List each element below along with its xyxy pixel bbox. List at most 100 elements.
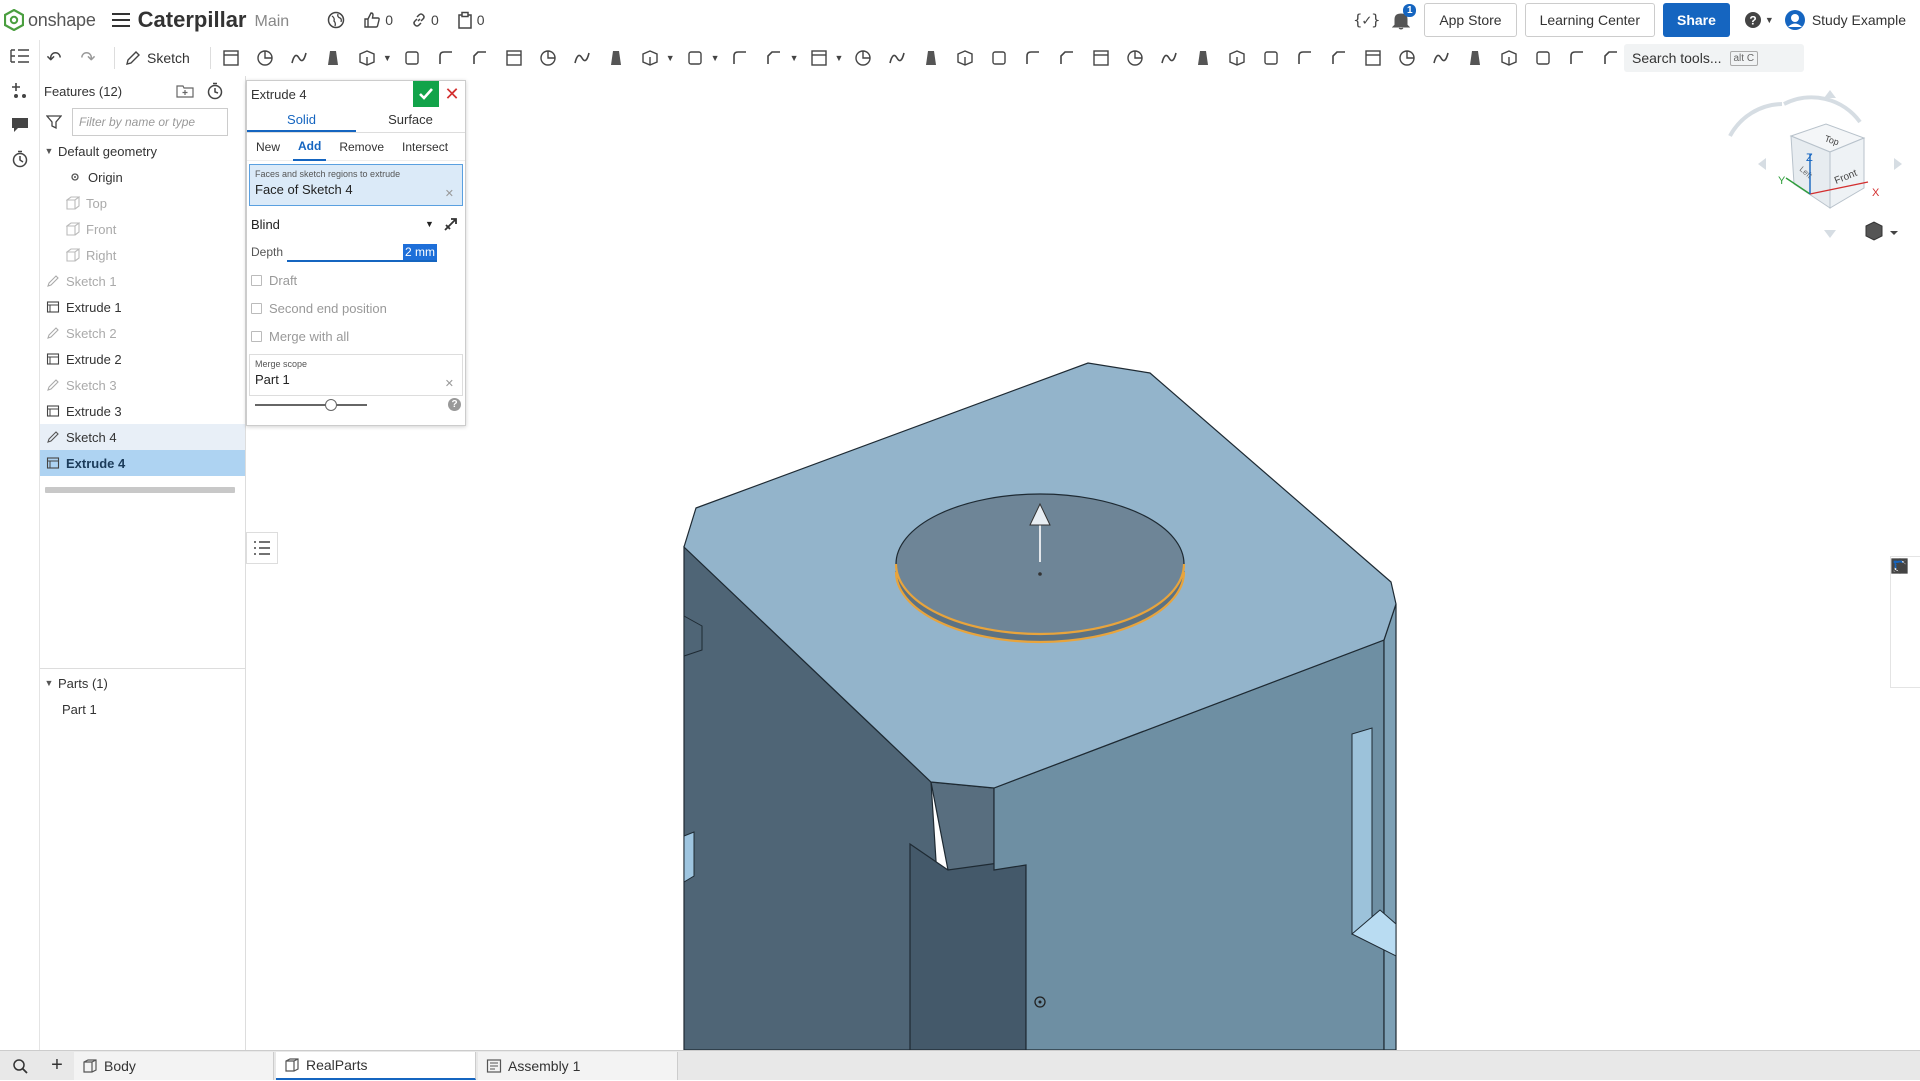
share-button[interactable]: Share bbox=[1662, 3, 1730, 37]
offset-surface-tool-button[interactable] bbox=[985, 44, 1013, 72]
learning-center-button[interactable]: Learning Center bbox=[1524, 3, 1655, 37]
feature-item-sketch-1[interactable]: Sketch 1 bbox=[40, 268, 245, 294]
help-icon[interactable]: ? bbox=[448, 398, 461, 411]
split-tool-button[interactable] bbox=[760, 44, 788, 72]
comments-icon[interactable] bbox=[0, 108, 40, 142]
form-tool-button[interactable] bbox=[1461, 44, 1489, 72]
op-remove[interactable]: Remove bbox=[334, 134, 389, 160]
feature-item-sketch-4[interactable]: Sketch 4 bbox=[40, 424, 245, 450]
chevron-down-icon[interactable]: ▼ bbox=[711, 53, 720, 63]
plane-tool-button[interactable] bbox=[1019, 44, 1047, 72]
viewcube-rotate-left-icon[interactable] bbox=[1758, 158, 1766, 170]
second-end-checkbox[interactable] bbox=[251, 302, 262, 314]
rib-tool-button[interactable] bbox=[534, 44, 562, 72]
measure-tool-button[interactable] bbox=[1121, 44, 1149, 72]
confirm-button[interactable] bbox=[413, 81, 439, 107]
fillet-tool-button[interactable] bbox=[432, 44, 460, 72]
feature-item-extrude-3[interactable]: Extrude 3 bbox=[40, 398, 245, 424]
hole-tool-button[interactable] bbox=[602, 44, 630, 72]
plane-item-front[interactable]: Front bbox=[40, 216, 245, 242]
chevron-down-icon[interactable]: ▼ bbox=[835, 53, 844, 63]
feature-item-sketch-3[interactable]: Sketch 3 bbox=[40, 372, 245, 398]
undo-button[interactable]: ↶ bbox=[40, 44, 68, 72]
rollback-bar[interactable] bbox=[45, 487, 235, 493]
tab-body[interactable]: Body bbox=[74, 1051, 274, 1080]
corner-tool-button[interactable] bbox=[1393, 44, 1421, 72]
mirror-tool-button[interactable] bbox=[681, 44, 709, 72]
chevron-down-icon[interactable]: ▼ bbox=[383, 53, 392, 63]
plane-item-top[interactable]: Top bbox=[40, 190, 245, 216]
app-store-button[interactable]: App Store bbox=[1424, 3, 1517, 37]
chevron-down-icon[interactable]: ▼ bbox=[666, 53, 675, 63]
op-new[interactable]: New bbox=[251, 134, 285, 160]
delete-part-tool-button[interactable] bbox=[849, 44, 877, 72]
loft-tool-button[interactable] bbox=[319, 44, 347, 72]
filter-icon[interactable] bbox=[46, 114, 62, 130]
chevron-down-icon[interactable]: ▼ bbox=[40, 146, 58, 156]
like-button[interactable]: 0 bbox=[363, 11, 393, 29]
op-add[interactable]: Add bbox=[293, 133, 327, 161]
flat-join-tool-button[interactable] bbox=[1495, 44, 1523, 72]
user-menu[interactable]: Study Example bbox=[1784, 9, 1906, 31]
tab-tool-button[interactable] bbox=[1359, 44, 1387, 72]
clear-selection-icon[interactable]: ✕ bbox=[445, 187, 454, 200]
search-tools-input[interactable]: Search tools... alt C bbox=[1624, 44, 1804, 72]
part-chamfer-face[interactable] bbox=[930, 781, 995, 871]
parts-group[interactable]: ▼ Parts (1) bbox=[40, 670, 245, 696]
feature-item-sketch-2[interactable]: Sketch 2 bbox=[40, 320, 245, 346]
draft-checkbox[interactable] bbox=[251, 274, 262, 286]
feature-item-extrude-4[interactable]: Extrude 4 bbox=[40, 450, 245, 476]
default-geometry-group[interactable]: ▼ Default geometry bbox=[40, 138, 245, 164]
plane-item-right[interactable]: Right bbox=[40, 242, 245, 268]
settings-tool-button[interactable] bbox=[1563, 44, 1591, 72]
move-face-tool-button[interactable] bbox=[917, 44, 945, 72]
bend-relief-tool-button[interactable] bbox=[1427, 44, 1455, 72]
shell-tool-button[interactable] bbox=[568, 44, 596, 72]
sweep-tool-button[interactable] bbox=[285, 44, 313, 72]
mass-properties-icon[interactable] bbox=[1891, 558, 1920, 623]
branch-name[interactable]: Main bbox=[255, 13, 290, 31]
rollback-timer-icon[interactable] bbox=[206, 82, 224, 103]
links-button[interactable]: 0 bbox=[411, 12, 439, 28]
extrude-tool-button[interactable] bbox=[217, 44, 245, 72]
modify-fillet-tool-button[interactable] bbox=[883, 44, 911, 72]
onshape-logo[interactable]: onshape bbox=[4, 9, 96, 31]
chevron-down-icon[interactable] bbox=[1890, 231, 1898, 235]
dialog-title[interactable]: Extrude 4 bbox=[251, 87, 307, 102]
finish-sheet-metal-tool-button[interactable] bbox=[1529, 44, 1557, 72]
part-item[interactable]: Part 1 bbox=[40, 696, 245, 722]
feature-item-extrude-1[interactable]: Extrude 1 bbox=[40, 294, 245, 320]
merge-all-checkbox[interactable] bbox=[251, 330, 262, 342]
preview-slider-handle[interactable] bbox=[325, 399, 337, 411]
origin-item[interactable]: Origin bbox=[40, 164, 245, 190]
viewcube-rotate-down-icon[interactable] bbox=[1824, 230, 1836, 238]
tab-manager-icon[interactable] bbox=[0, 1051, 40, 1081]
revolve-tool-button[interactable] bbox=[251, 44, 279, 72]
tab-realparts[interactable]: RealParts bbox=[276, 1051, 476, 1080]
add-tab-button[interactable]: + bbox=[40, 1051, 74, 1081]
flip-direction-icon[interactable] bbox=[443, 216, 459, 235]
sheet-metal-tool-button[interactable] bbox=[1257, 44, 1285, 72]
merge-scope-field[interactable]: Merge scope Part 1 ✕ bbox=[249, 354, 463, 396]
chamfer-tool-button[interactable] bbox=[466, 44, 494, 72]
faces-query-field[interactable]: Faces and sketch regions to extrude Face… bbox=[249, 164, 463, 206]
cancel-button[interactable]: ✕ bbox=[441, 83, 463, 105]
variables-icon[interactable]: fx bbox=[1891, 558, 1920, 689]
add-folder-icon[interactable] bbox=[176, 83, 194, 102]
copies-button[interactable]: 0 bbox=[457, 11, 485, 29]
helix-tool-button[interactable] bbox=[1053, 44, 1081, 72]
feature-list-icon[interactable] bbox=[0, 40, 40, 74]
transform-tool-button[interactable] bbox=[805, 44, 833, 72]
thicken-tool-button[interactable] bbox=[353, 44, 381, 72]
draft-option[interactable]: Draft bbox=[247, 266, 465, 294]
cube-view-icon[interactable] bbox=[1865, 221, 1883, 241]
replace-face-tool-button[interactable] bbox=[951, 44, 979, 72]
part-render[interactable]: Top Front Left X Y Z bbox=[246, 76, 1920, 1050]
document-title[interactable]: Caterpillar bbox=[138, 7, 247, 33]
chevron-down-icon[interactable]: ▼ bbox=[425, 219, 434, 229]
flange-tool-button[interactable] bbox=[1291, 44, 1319, 72]
graphics-viewport[interactable]: Top Front Left X Y Z fx bbox=[246, 76, 1920, 1050]
viewcube-rotate-right-icon[interactable] bbox=[1894, 158, 1902, 170]
op-intersect[interactable]: Intersect bbox=[397, 134, 453, 160]
chevron-down-icon[interactable]: ▼ bbox=[790, 53, 799, 63]
